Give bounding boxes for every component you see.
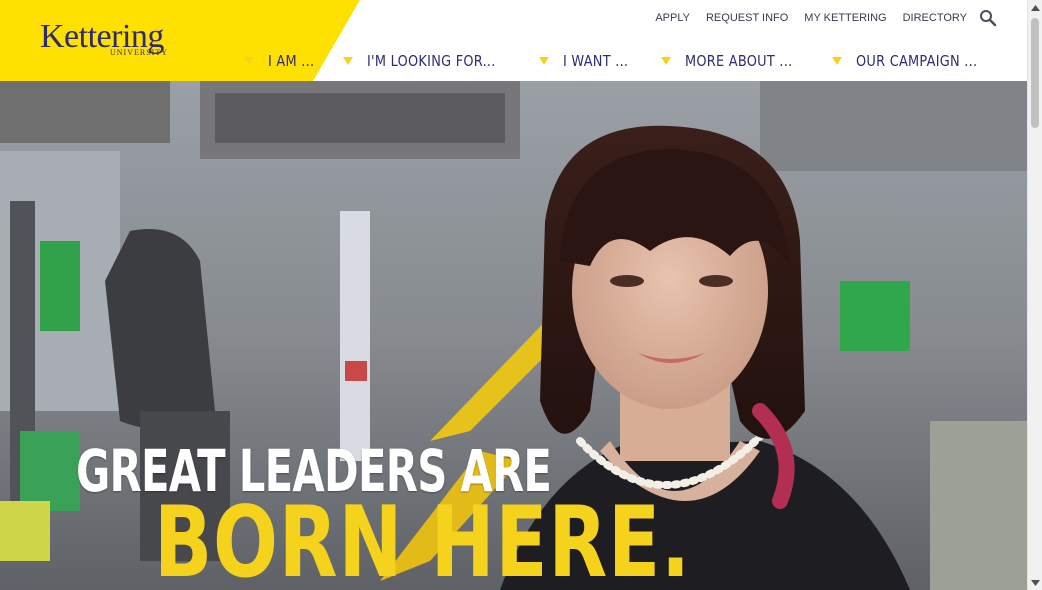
hero-banner: GREAT LEADERS ARE BORN HERE. [0, 81, 1027, 590]
utility-nav: APPLY REQUEST INFO MY KETTERING DIRECTOR… [639, 9, 997, 27]
caret-down-icon [831, 57, 842, 65]
site-header: Kettering UNIVERSITY APPLY REQUEST INFO … [0, 0, 1027, 81]
nav-i-am[interactable]: I AM ... [243, 52, 322, 70]
directory-link[interactable]: DIRECTORY [903, 12, 967, 24]
nav-our-campaign[interactable]: OUR CAMPAIGN ... [831, 52, 997, 70]
hero-headline: GREAT LEADERS ARE BORN HERE. [76, 441, 736, 590]
page-scrollbar[interactable] [1027, 0, 1042, 590]
scroll-up-arrow-icon[interactable] [1031, 4, 1040, 12]
my-kettering-link[interactable]: MY KETTERING [804, 12, 886, 24]
nav-i-am-label: I AM ... [267, 52, 314, 70]
nav-looking-for-label: I'M LOOKING FOR... [367, 52, 497, 70]
main-nav: I AM ... I'M LOOKING FOR... I WANT ... M… [243, 50, 997, 72]
nav-i-want-label: I WANT ... [563, 52, 629, 70]
caret-down-icon [243, 57, 254, 65]
apply-link[interactable]: APPLY [655, 12, 690, 24]
search-icon[interactable] [979, 9, 997, 27]
nav-more-about[interactable]: MORE ABOUT ... [660, 52, 810, 70]
logo-subtitle: UNIVERSITY [110, 48, 168, 57]
nav-i-want[interactable]: I WANT ... [539, 52, 639, 70]
caret-down-icon [539, 57, 549, 65]
kettering-logo[interactable]: Kettering UNIVERSITY [40, 20, 190, 62]
caret-down-icon [343, 57, 354, 65]
scrollbar-thumb[interactable] [1031, 18, 1039, 128]
nav-our-campaign-label: OUR CAMPAIGN ... [855, 52, 978, 70]
caret-down-icon [660, 57, 671, 65]
headline-line-2: BORN HERE. [154, 486, 691, 590]
request-info-link[interactable]: REQUEST INFO [706, 12, 788, 24]
nav-more-about-label: MORE ABOUT ... [684, 52, 793, 70]
scroll-down-arrow-icon[interactable] [1031, 579, 1040, 587]
nav-looking-for[interactable]: I'M LOOKING FOR... [343, 52, 517, 70]
